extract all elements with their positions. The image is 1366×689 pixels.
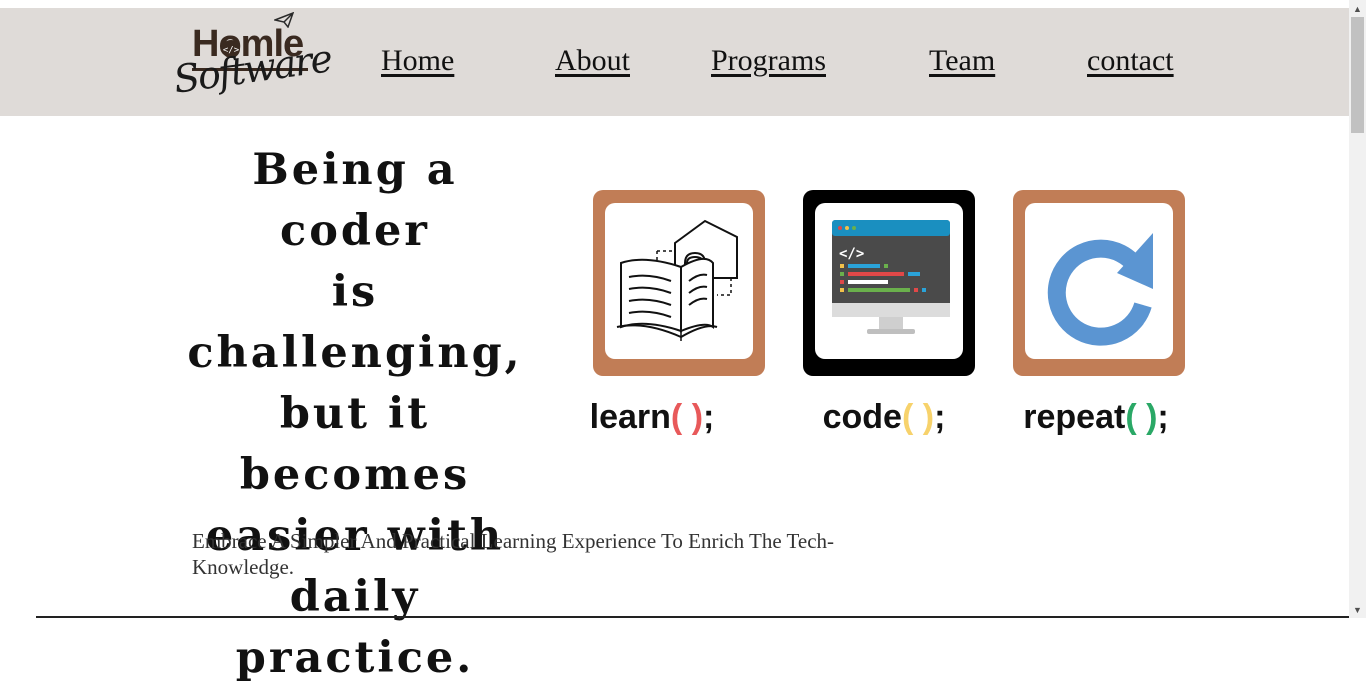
nav-about-link[interactable]: About bbox=[555, 44, 630, 78]
top-strip bbox=[0, 0, 1349, 8]
nav-team-link[interactable]: Team bbox=[929, 44, 995, 78]
repeat-label-text: repeat bbox=[1023, 398, 1126, 436]
learn-card[interactable] bbox=[593, 190, 765, 376]
nav-home-link[interactable]: Home bbox=[381, 44, 454, 78]
repeat-card[interactable] bbox=[1013, 190, 1185, 376]
repeat-arrow-icon bbox=[1047, 233, 1153, 346]
scrollbar-thumb[interactable] bbox=[1351, 17, 1364, 133]
code-card-inner: </> bbox=[815, 203, 963, 359]
code-card[interactable]: </> bbox=[803, 190, 975, 376]
hero-line: is challenging, bbox=[187, 267, 523, 378]
repeat-label: repeat( ); bbox=[1010, 398, 1182, 437]
repeat-label-suffix: ; bbox=[1157, 398, 1169, 436]
repeat-parens: ( ) bbox=[1125, 398, 1158, 436]
open-book-house-icon bbox=[616, 219, 738, 341]
hero-heading: Being a coder is challenging, but it bec… bbox=[170, 140, 540, 689]
svg-text:</>: </> bbox=[839, 246, 864, 262]
code-label-text: code bbox=[822, 398, 902, 436]
code-label: code( ); bbox=[798, 398, 970, 437]
repeat-card-inner bbox=[1025, 203, 1173, 359]
scroll-down-arrow-icon[interactable]: ▼ bbox=[1349, 601, 1366, 618]
tagline: Embrace A Simpler And Practical Learning… bbox=[192, 529, 835, 579]
nav-programs-link[interactable]: Programs bbox=[711, 44, 826, 78]
learn-label: learn( ); bbox=[566, 398, 738, 437]
hero-line: but it becomes bbox=[239, 389, 471, 500]
hero-line: Being a coder bbox=[252, 145, 458, 256]
site-logo[interactable]: Homle </> Software bbox=[170, 10, 334, 122]
code-label-suffix: ; bbox=[934, 398, 946, 436]
learn-label-suffix: ; bbox=[703, 398, 715, 436]
nav-contact-link[interactable]: contact bbox=[1087, 44, 1174, 78]
hero-line: daily practice. bbox=[235, 572, 475, 683]
code-parens: ( ) bbox=[901, 398, 935, 436]
learn-parens: ( ) bbox=[670, 398, 704, 436]
learn-label-text: learn bbox=[589, 398, 671, 436]
learn-card-inner bbox=[605, 203, 753, 359]
site-header: Homle </> Software Home About Programs T… bbox=[0, 8, 1349, 116]
scroll-up-arrow-icon[interactable]: ▲ bbox=[1349, 0, 1366, 17]
code-monitor-icon: </> bbox=[832, 220, 950, 334]
